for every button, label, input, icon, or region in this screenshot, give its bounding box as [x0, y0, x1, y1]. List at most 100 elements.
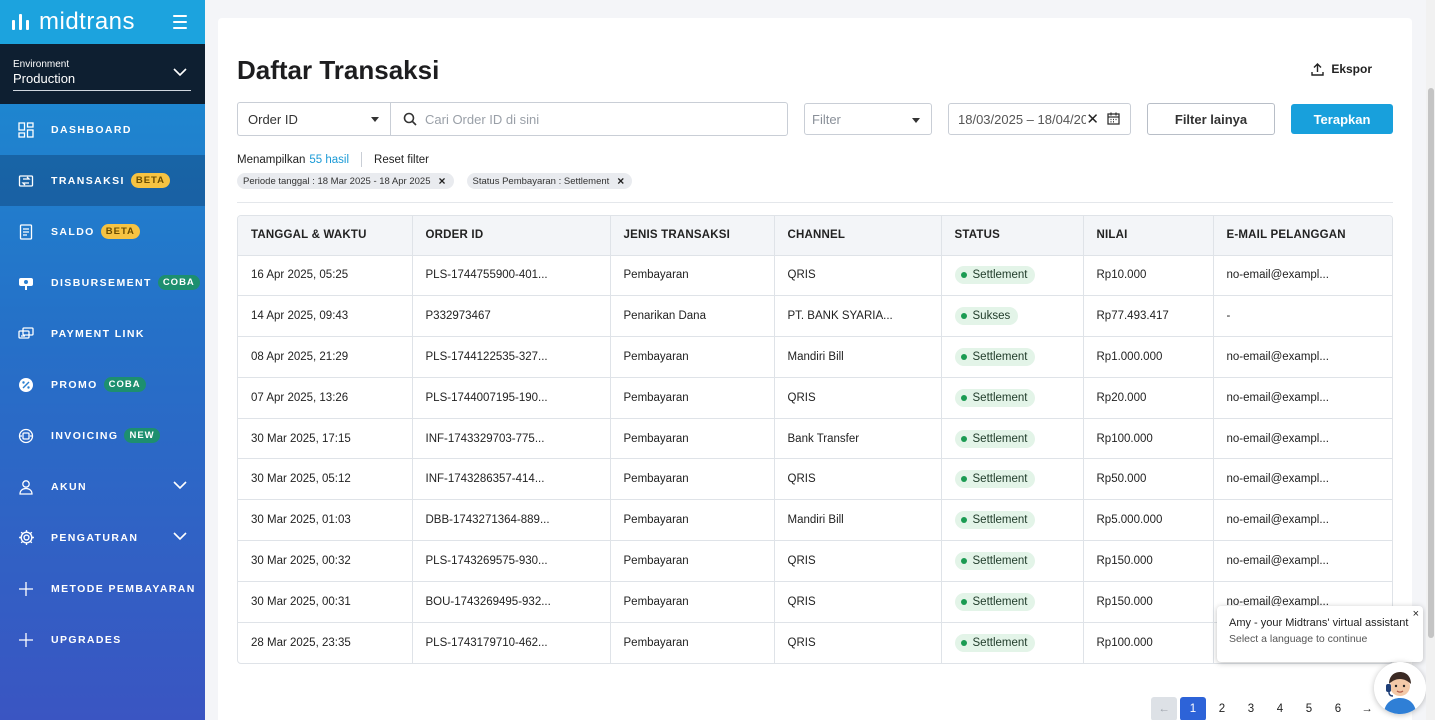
assistant-avatar[interactable]: [1374, 662, 1426, 714]
table-row[interactable]: 30 Mar 2025, 05:12 INF-1743286357-414... P…: [238, 458, 1392, 501]
status-cell: Settlement: [941, 581, 1084, 623]
hamburger-menu-icon[interactable]: [173, 15, 187, 33]
search-by-select[interactable]: Order ID: [237, 102, 390, 136]
sidebar-item-disbursement[interactable]: DISBURSEMENT COBA: [0, 257, 205, 308]
table-cell: Rp150.000: [1083, 581, 1214, 623]
table-row[interactable]: 08 Apr 2025, 21:29 PLS-1744122535-327... P…: [238, 336, 1392, 378]
close-icon[interactable]: ×: [439, 175, 446, 187]
payment-link-icon: [17, 325, 35, 343]
sidebar-item-dashboard[interactable]: DASHBOARD: [0, 104, 205, 155]
result-count: 55 hasil: [309, 153, 350, 166]
balance-icon: [17, 223, 35, 241]
table-cell: QRIS: [774, 540, 942, 582]
table-cell: INF-1743286357-414...: [412, 458, 611, 501]
export-button[interactable]: Ekspor: [1311, 62, 1372, 76]
status-label: Settlement: [972, 514, 1028, 527]
sidebar-item-upgrades[interactable]: UPGRADES: [0, 614, 205, 665]
page-button[interactable]: 4: [1267, 697, 1293, 720]
status-label: Settlement: [972, 554, 1028, 567]
column-header[interactable]: ORDER ID: [412, 216, 611, 256]
sidebar-item-label: INVOICING: [51, 429, 119, 442]
status-cell: Settlement: [941, 499, 1084, 542]
status-badge: Settlement: [954, 347, 1036, 366]
table-cell: Pembayaran: [610, 336, 775, 378]
column-header[interactable]: E-MAIL PELANGGAN: [1213, 216, 1392, 256]
sidebar-item-metode-pembayaran[interactable]: METODE PEMBAYARAN: [0, 563, 205, 614]
sidebar-item-label: DISBURSEMENT: [51, 276, 152, 289]
sidebar-item-promo[interactable]: PROMO COBA: [0, 359, 205, 410]
page-button[interactable]: 2: [1209, 697, 1235, 720]
sidebar-item-label: DASHBOARD: [51, 123, 132, 136]
sidebar-item-invoicing[interactable]: INVOICING NEW: [0, 410, 205, 461]
previous-page-button[interactable]: ←: [1151, 697, 1177, 720]
page-button[interactable]: 3: [1238, 697, 1264, 720]
apply-button[interactable]: Terapkan: [1291, 104, 1393, 134]
table-row[interactable]: 14 Apr 2025, 09:43 P332973467 Penarikan Da…: [238, 295, 1392, 338]
table-cell: INF-1743329703-775...: [412, 418, 611, 460]
filter-chip: Status Pembayaran : Settlement ×: [466, 173, 633, 189]
more-filters-button[interactable]: Filter lainya: [1147, 103, 1275, 135]
table-row[interactable]: 30 Mar 2025, 17:15 INF-1743329703-775... P…: [238, 418, 1392, 460]
environment-selector[interactable]: Environment Production: [0, 44, 205, 104]
status-badge: Settlement: [954, 592, 1036, 611]
date-range-field[interactable]: 18/03/2025 – 18/04/2025 ✕: [948, 103, 1131, 135]
status-dot-icon: [960, 435, 967, 442]
sidebar-item-saldo[interactable]: SALDO BETA: [0, 206, 205, 257]
close-icon[interactable]: ×: [617, 175, 624, 187]
page-button[interactable]: 1: [1180, 697, 1206, 720]
table-cell: no-email@exampl...: [1213, 540, 1392, 582]
column-header[interactable]: TANGGAL & WAKTU: [238, 216, 413, 256]
virtual-assistant-popup[interactable]: × Amy - your Midtrans' virtual assistant…: [1217, 606, 1423, 662]
result-summary: Menampilkan 55 hasil Reset filter: [237, 152, 429, 167]
table-row[interactable]: 16 Apr 2025, 05:25 PLS-1744755900-401... P…: [238, 255, 1392, 297]
page-button[interactable]: 6: [1325, 697, 1351, 720]
calendar-icon[interactable]: [1107, 112, 1120, 125]
scrollbar-thumb[interactable]: [1428, 88, 1434, 638]
showing-label: Menampilkan: [237, 153, 306, 166]
table-cell: Rp150.000: [1083, 540, 1214, 582]
table-cell: QRIS: [774, 622, 942, 663]
table-cell: Pembayaran: [610, 499, 775, 542]
search-field: [390, 102, 788, 136]
page-title: Daftar Transaksi: [237, 55, 440, 85]
beta-badge: BETA: [100, 224, 140, 239]
table-cell: no-email@exampl...: [1213, 418, 1392, 460]
table-cell: Rp5.000.000: [1083, 499, 1214, 542]
sidebar-item-pengaturan[interactable]: PENGATURAN: [0, 512, 205, 563]
status-dot-icon: [960, 313, 967, 320]
status-label: Settlement: [972, 432, 1028, 445]
sidebar-item-transaksi[interactable]: TRANSAKSI BETA: [0, 155, 205, 206]
status-badge: Settlement: [954, 551, 1036, 570]
table-row[interactable]: 07 Apr 2025, 13:26 PLS-1744007195-190... P…: [238, 377, 1392, 419]
table-row[interactable]: 30 Mar 2025, 00:32 PLS-1743269575-930... P…: [238, 540, 1392, 582]
table-cell: Rp20.000: [1083, 377, 1214, 419]
next-page-button[interactable]: →: [1354, 697, 1380, 720]
table-row[interactable]: 30 Mar 2025, 01:03 DBB-1743271364-889... P…: [238, 499, 1392, 542]
close-icon[interactable]: ×: [1413, 608, 1419, 620]
table-cell: P332973467: [412, 295, 611, 338]
search-input[interactable]: [425, 111, 765, 127]
table-cell: Rp77.493.417: [1083, 295, 1214, 338]
caret-down-icon: [912, 118, 920, 123]
sidebar-item-label: METODE PEMBAYARAN: [51, 582, 196, 595]
page-button[interactable]: 5: [1296, 697, 1322, 720]
table-cell: Bank Transfer: [774, 418, 942, 460]
status-cell: Settlement: [941, 255, 1084, 297]
clear-icon[interactable]: ✕: [1086, 110, 1099, 128]
table-cell: Rp100.000: [1083, 622, 1214, 663]
filter-select[interactable]: Filter: [804, 103, 932, 135]
status-label: Settlement: [972, 636, 1028, 649]
reset-filter-link[interactable]: Reset filter: [374, 154, 429, 166]
sidebar-item-payment-link[interactable]: PAYMENT LINK: [0, 308, 205, 359]
brand-header: midtrans: [0, 0, 205, 44]
column-header[interactable]: NILAI: [1083, 216, 1214, 256]
page-scrollbar[interactable]: [1426, 0, 1435, 720]
column-header[interactable]: STATUS: [941, 216, 1084, 256]
table-cell: PLS-1743269575-930...: [412, 540, 611, 582]
column-header[interactable]: JENIS TRANSAKSI: [610, 216, 775, 256]
environment-value: Production: [13, 71, 191, 91]
status-dot-icon: [960, 272, 967, 279]
table-cell: no-email@exampl...: [1213, 499, 1392, 542]
sidebar-item-akun[interactable]: AKUN: [0, 461, 205, 512]
column-header[interactable]: CHANNEL: [774, 216, 942, 256]
